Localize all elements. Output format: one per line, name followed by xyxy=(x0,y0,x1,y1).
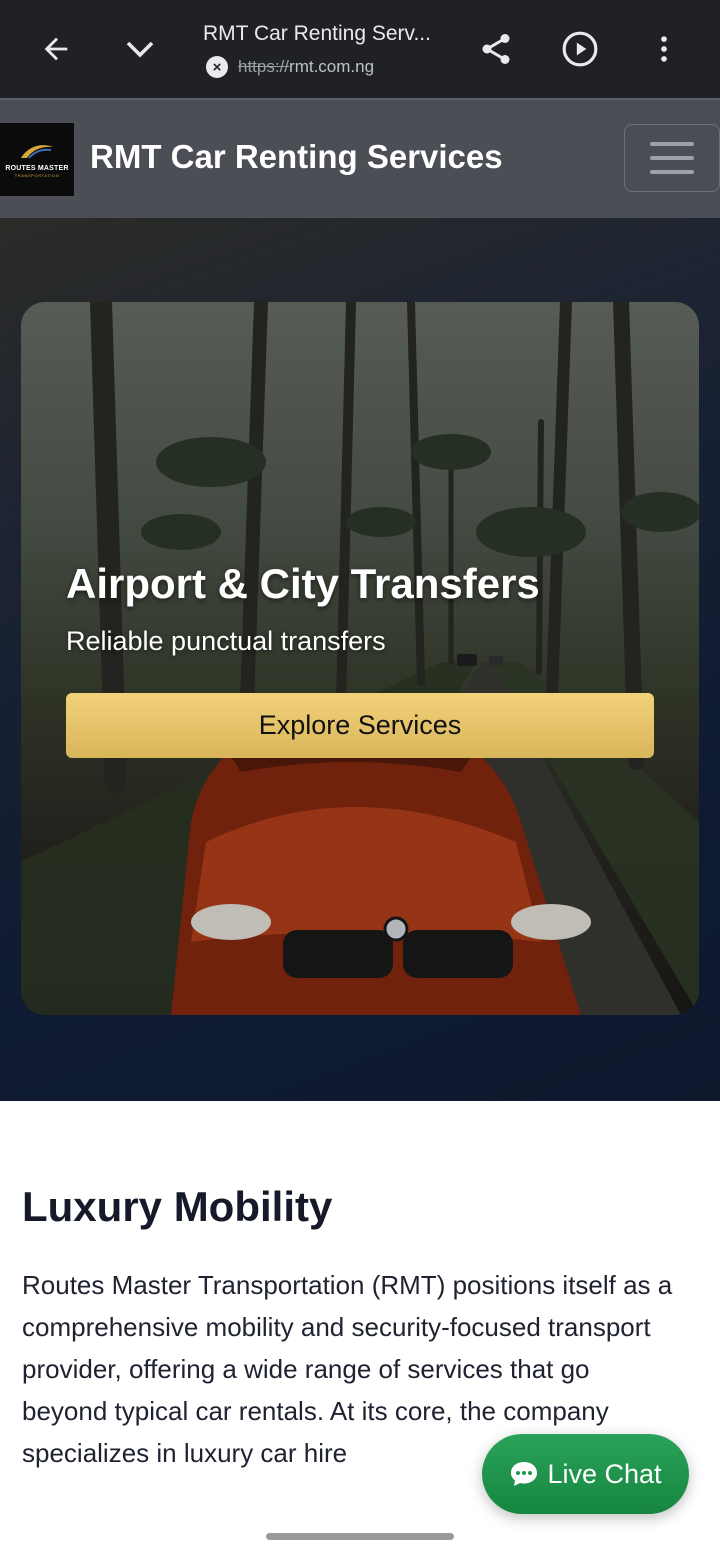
hamburger-icon xyxy=(650,142,694,146)
logo-swoosh-icon xyxy=(21,145,53,159)
site-logo[interactable]: ROUTES MASTER TRANSPORTATION xyxy=(0,123,74,196)
url-scheme: https:// xyxy=(238,57,290,76)
more-vert-icon xyxy=(661,36,667,62)
hero-section: Airport & City Transfers Reliable punctu… xyxy=(0,218,720,1101)
chevron-down-icon xyxy=(126,41,154,58)
tabs-dropdown-button[interactable] xyxy=(110,19,170,79)
brand-name[interactable]: RMT Car Renting Services xyxy=(90,138,503,176)
back-arrow-icon xyxy=(44,37,68,61)
hero-background-image xyxy=(21,302,699,1015)
url-bar[interactable]: × https://rmt.com.ng xyxy=(206,56,374,78)
hamburger-icon xyxy=(650,156,694,160)
page-title[interactable]: RMT Car Renting Serv... xyxy=(203,22,431,46)
back-button[interactable] xyxy=(26,19,86,79)
play-icon xyxy=(562,31,598,67)
hero-title: Airport & City Transfers xyxy=(66,560,540,607)
logo-subtext: TRANSPORTATION xyxy=(14,173,60,178)
chat-bubble-icon xyxy=(511,1462,538,1486)
logo-text: ROUTES MASTER xyxy=(5,165,69,172)
hero-card: Airport & City Transfers Reliable punctu… xyxy=(21,302,699,1015)
live-chat-button[interactable]: Live Chat xyxy=(482,1434,689,1514)
section-heading: Luxury Mobility xyxy=(22,1183,333,1230)
browser-toolbar: RMT Car Renting Serv... × https://rmt.co… xyxy=(0,0,720,98)
share-button[interactable] xyxy=(466,19,526,79)
site-navbar: ROUTES MASTER TRANSPORTATION RMT Car Ren… xyxy=(0,98,720,218)
home-indicator[interactable] xyxy=(266,1533,454,1540)
live-chat-label: Live Chat xyxy=(547,1458,662,1489)
play-button[interactable] xyxy=(550,19,610,79)
close-icon[interactable]: × xyxy=(206,56,228,78)
more-menu-button[interactable] xyxy=(634,19,694,79)
hamburger-icon xyxy=(650,170,694,174)
nav-toggle-button[interactable] xyxy=(624,124,720,192)
explore-services-button[interactable]: Explore Services xyxy=(66,693,654,758)
url-host: rmt.com.ng xyxy=(289,57,375,76)
share-icon xyxy=(482,34,510,64)
hero-subtitle: Reliable punctual transfers xyxy=(66,626,386,656)
